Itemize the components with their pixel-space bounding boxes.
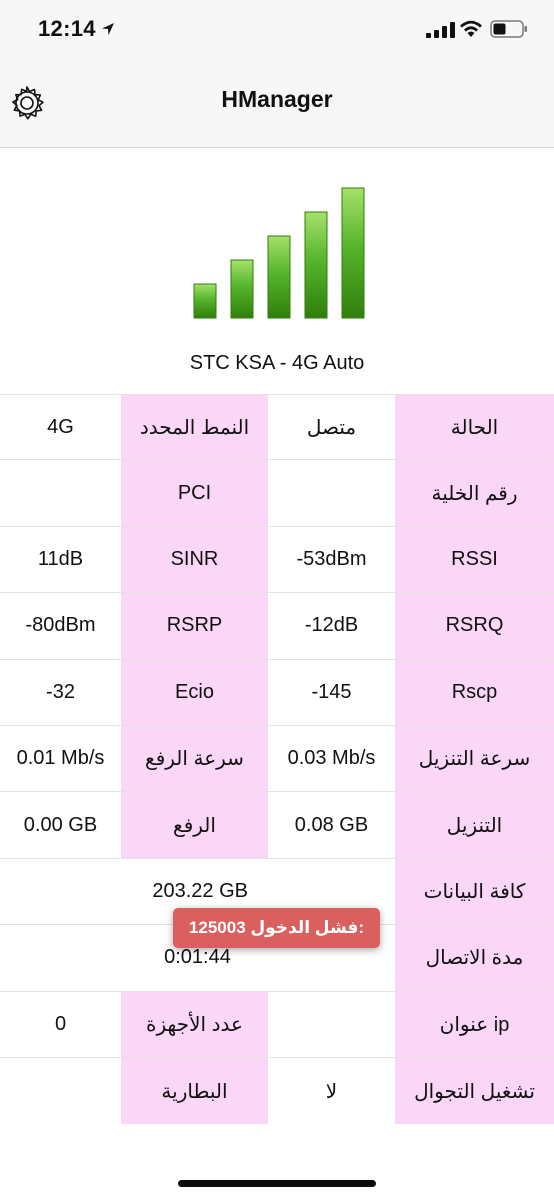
battery-icon [490,20,527,38]
table-value: لا [325,1080,338,1103]
table-label: عنوان ip [395,991,554,1057]
table-value: -32 [46,680,75,703]
table-row: التنزيل 0.08 GB الرفع 0.00 GB [0,792,554,859]
info-table: الحالة متصل النمط المحدد 4G رقم الخلية P… [0,394,554,1125]
table-label: SINR [121,526,268,593]
table-row: RSSI -53dBm SINR 11dB [0,526,554,594]
table-value: متصل [306,416,357,439]
table-value: 0.03 Mb/s [287,747,376,770]
table-value: -145 [311,680,352,703]
table-row: الحالة متصل النمط المحدد 4G [0,394,554,461]
table-value: 0.00 GB [23,813,98,836]
home-indicator[interactable] [178,1180,376,1187]
table-value: -12dB [304,614,359,637]
table-row: عنوان ip عدد الأجهزة 0 [0,991,554,1058]
table-label: سرعة التنزيل [395,725,554,792]
table-label: RSRQ [395,593,554,659]
signal-bar [193,283,217,319]
table-label: الحالة [395,395,554,460]
table-label: رقم الخلية [395,460,554,526]
table-row: تشغيل التجوال لا البطارية [0,1057,554,1125]
table-value [268,992,395,1057]
signal-bar [304,211,328,319]
table-row: RSRQ -12dB RSRP -80dBm [0,593,554,660]
table-value: 11dB [37,547,84,570]
table-value [0,460,121,525]
cellular-signal-icon [426,22,455,38]
table-label: RSRP [121,593,268,659]
network-label: STC KSA - 4G Auto [189,352,365,374]
table-value [0,1058,121,1124]
navigation-bar: HManager [0,58,554,148]
signal-bar [341,187,365,319]
table-label: تشغيل التجوال [395,1057,554,1125]
table-value: -80dBm [25,614,96,637]
table-value: 0.01 Mb/s [16,747,105,770]
table-row: رقم الخلية PCI [0,460,554,527]
wifi-icon [460,20,482,37]
signal-strength-panel: STC KSA - 4G Auto [0,148,554,393]
table-value: 4G [47,415,74,438]
table-row: سرعة التنزيل 0.03 Mb/s سرعة الرفع 0.01 M… [0,725,554,793]
table-label: سرعة الرفع [121,725,268,792]
table-label: عدد الأجهزة [121,991,268,1057]
table-value [268,460,395,525]
table-value: 0.08 GB [294,813,369,836]
status-bar: 12:14 [0,0,554,58]
table-label: كافة البيانات [395,858,554,925]
error-toast: 125003 فشل الدخول: [173,908,380,948]
table-label: البطارية [121,1057,268,1125]
table-label: Rscp [395,659,554,725]
signal-strength-graph [193,187,365,319]
signal-bar [230,259,254,319]
table-label: الرفع [121,792,268,858]
table-label: PCI [121,460,268,526]
table-label: RSSI [395,526,554,593]
table-label: النمط المحدد [121,395,268,460]
table-label: Ecio [121,659,268,725]
location-arrow-icon [102,23,114,35]
table-label: مدة الاتصال [395,925,554,991]
page-title: HManager [221,86,333,112]
table-row: Rscp -145 Ecio -32 [0,659,554,726]
signal-bar [267,235,291,319]
table-value: 0 [54,1012,67,1035]
status-time: 12:14 [38,16,96,41]
table-value: -53dBm [296,547,367,570]
table-label: التنزيل [395,792,554,858]
